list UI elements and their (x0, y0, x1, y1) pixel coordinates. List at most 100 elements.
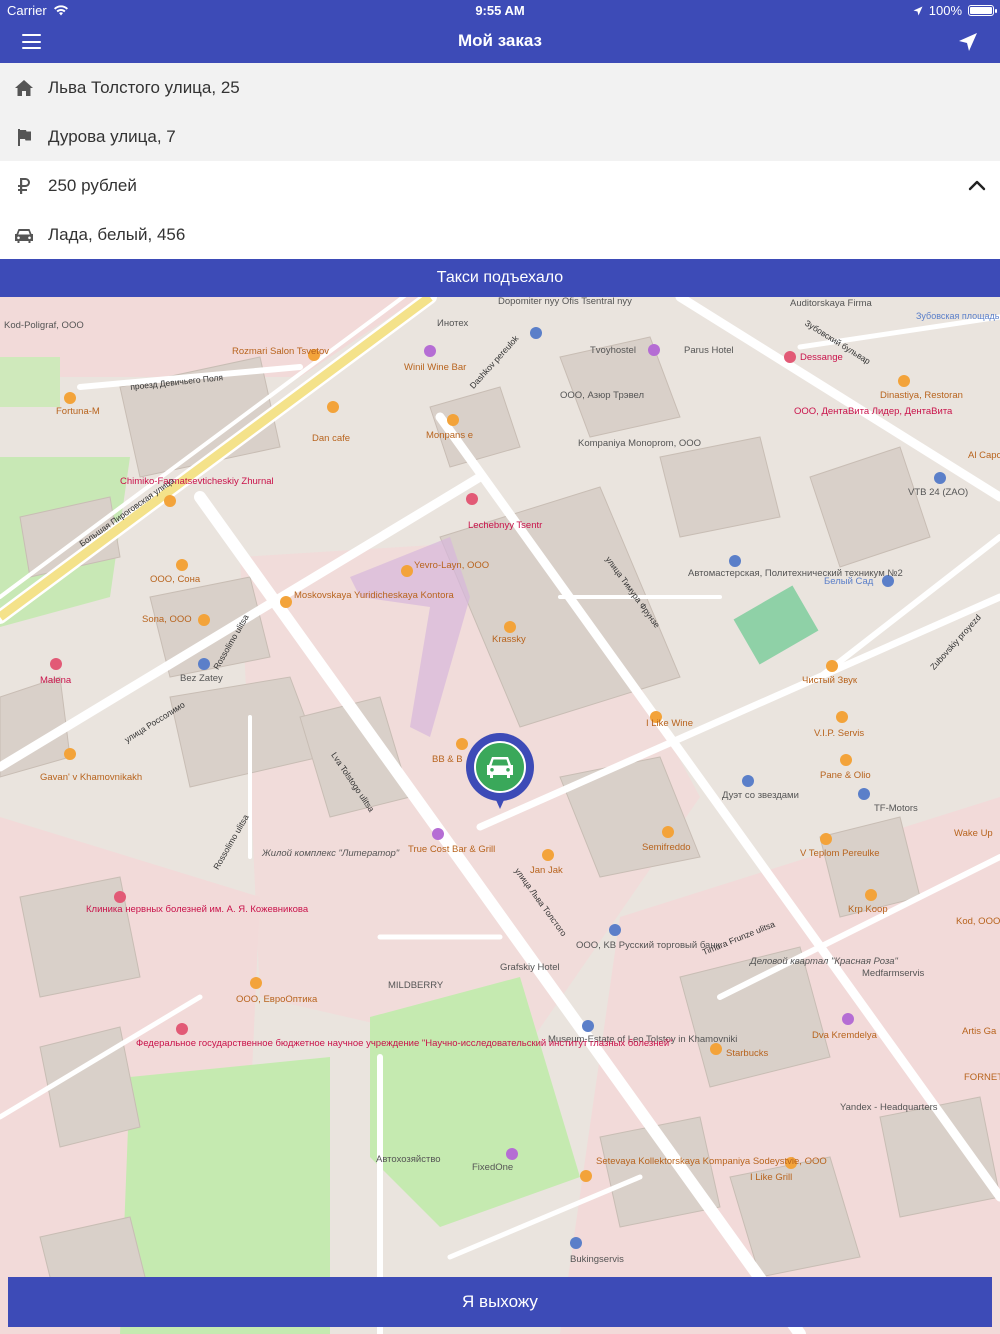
poi-dot (934, 472, 946, 484)
map-label: Жилой комплекс "Литератор" (262, 848, 400, 859)
car-icon (0, 210, 48, 259)
top-bar: Carrier 9:55 AM 100% Мой заказ (0, 0, 1000, 63)
map-label: Jan Jak (530, 865, 563, 876)
car-row: Лада, белый, 456 (0, 210, 1000, 259)
map-label: Medfarmservis (862, 968, 925, 979)
from-address-row[interactable]: Льва Толстого улица, 25 (0, 63, 1000, 112)
map-label: V Teplom Pereulke (800, 848, 880, 859)
map-label: FixedOne (472, 1162, 514, 1173)
map-label: VTB 24 (ZAO) (908, 487, 969, 498)
map-label: OOO, Сона (150, 574, 201, 585)
exit-button[interactable]: Я выхожу (8, 1277, 992, 1327)
map-label: Monpans e (426, 430, 474, 441)
map-label: I Like Grill (750, 1172, 793, 1183)
poi-dot (570, 1237, 582, 1249)
poi-dot (401, 565, 413, 577)
map-label: Tvoyhostel (590, 345, 636, 356)
poi-dot (198, 658, 210, 670)
map-label: Setevaya Kollektorskaya Kompaniya Sodeys… (596, 1156, 827, 1167)
map-label: ООО, Азюр Трэвел (560, 390, 645, 401)
poi-dot (836, 711, 848, 723)
map-label: Dessange (800, 352, 843, 363)
map-label: Semifreddo (642, 842, 691, 853)
poi-dot (742, 775, 754, 787)
battery-icon (968, 5, 997, 16)
map-label: Starbucks (726, 1048, 769, 1059)
map-label: FORNET (964, 1072, 1000, 1083)
battery-group: 100% (913, 3, 997, 18)
map-label: Malena (40, 675, 72, 686)
location-arrow-icon[interactable] (958, 32, 978, 52)
map-label: Parus Hotel (684, 345, 734, 356)
poi-dot (506, 1148, 518, 1160)
map-label: Dinastiya, Restoran (880, 390, 963, 401)
from-address: Льва Толстого улица, 25 (48, 77, 240, 97)
poi-dot (64, 748, 76, 760)
map-label: Kompaniya Monoprom, OOO (578, 438, 702, 449)
page-title: Мой заказ (457, 31, 543, 50)
map-label: Sona, OOO (142, 614, 192, 625)
ride-status-banner: Такси подъехало (0, 259, 1000, 297)
map-label: Чистый Звук (802, 675, 857, 686)
poi-dot (609, 924, 621, 936)
map-label: Krp Koop (848, 904, 888, 915)
map-label: True Cost Bar & Grill (408, 844, 496, 855)
map-label: Krassky (492, 634, 526, 645)
poi-dot (504, 621, 516, 633)
poi-dot (784, 351, 796, 363)
location-services-icon (913, 6, 923, 15)
poi-dot (842, 1013, 854, 1025)
poi-dot (280, 596, 292, 608)
poi-dot (198, 614, 210, 626)
map-label: Дуэт со звездами (722, 790, 799, 801)
price: 250 рублей (48, 175, 137, 195)
map-label: Winil Wine Bar (404, 362, 467, 373)
poi-dot (176, 1023, 188, 1035)
map-label: Dan cafe (312, 433, 351, 444)
home-icon (0, 63, 48, 112)
chevron-up-icon[interactable] (968, 177, 986, 195)
map-label: Dopomiter nyy Ofis Tsentral nyy (498, 297, 632, 307)
poi-dot (327, 401, 339, 413)
map-label: I Like Wine (646, 718, 693, 729)
map-label: BB & B (432, 754, 463, 765)
map-label: Белый Сад (824, 576, 874, 587)
map-label: ООО, ДентаВита Лидер, ДентаВита (794, 406, 952, 417)
taxi-marker[interactable] (466, 733, 534, 815)
map-label: Kod-Poligraf, OOO (4, 320, 84, 331)
map-label: Pane & Olio (820, 770, 871, 781)
map-label: Федеральное государственное бюджетное на… (136, 1038, 673, 1049)
map-view[interactable]: Kod-Poligraf, OOO Rozmari Salon Tsvetov … (0, 297, 1000, 1334)
poi-dot (64, 392, 76, 404)
poi-dot (114, 891, 126, 903)
poi-dot (466, 493, 478, 505)
map-label: OOO, KB Русский торговый банк (576, 940, 720, 951)
poi-dot (648, 344, 660, 356)
map-label: Клиника нервных болезней им. А. Я. Кожев… (86, 904, 308, 915)
map-label: Автомастерская, Политехнический техникум… (688, 568, 903, 579)
map-label: OOO, ЕвроОптика (236, 994, 318, 1005)
poi-dot (424, 345, 436, 357)
poi-dot (820, 833, 832, 845)
map-label: Wake Up (954, 828, 993, 839)
car-details: Лада, белый, 456 (48, 224, 186, 244)
poi-dot (826, 660, 838, 672)
status-bar: Carrier 9:55 AM 100% (0, 0, 1000, 22)
map-label: Kod, OOO (956, 916, 1000, 927)
poi-dot (447, 414, 459, 426)
map-label: Gavan' v Khamovnikakh (40, 772, 143, 783)
poi-dot (865, 889, 877, 901)
to-address-row[interactable]: Дурова улица, 7 (0, 112, 1000, 161)
poi-dot (176, 559, 188, 571)
map-label: Dva Kremdelya (812, 1030, 877, 1041)
map-label: Al Capo (968, 450, 1000, 461)
map-base (0, 297, 1000, 1334)
map-label: Bez Zatey (180, 673, 223, 684)
poi-dot (250, 977, 262, 989)
poi-dot (840, 754, 852, 766)
poi-dot (432, 828, 444, 840)
map-label: Artis Ga (962, 1026, 997, 1037)
poi-dot (580, 1170, 592, 1182)
poi-dot (898, 375, 910, 387)
price-row: 250 рублей (0, 161, 1000, 210)
